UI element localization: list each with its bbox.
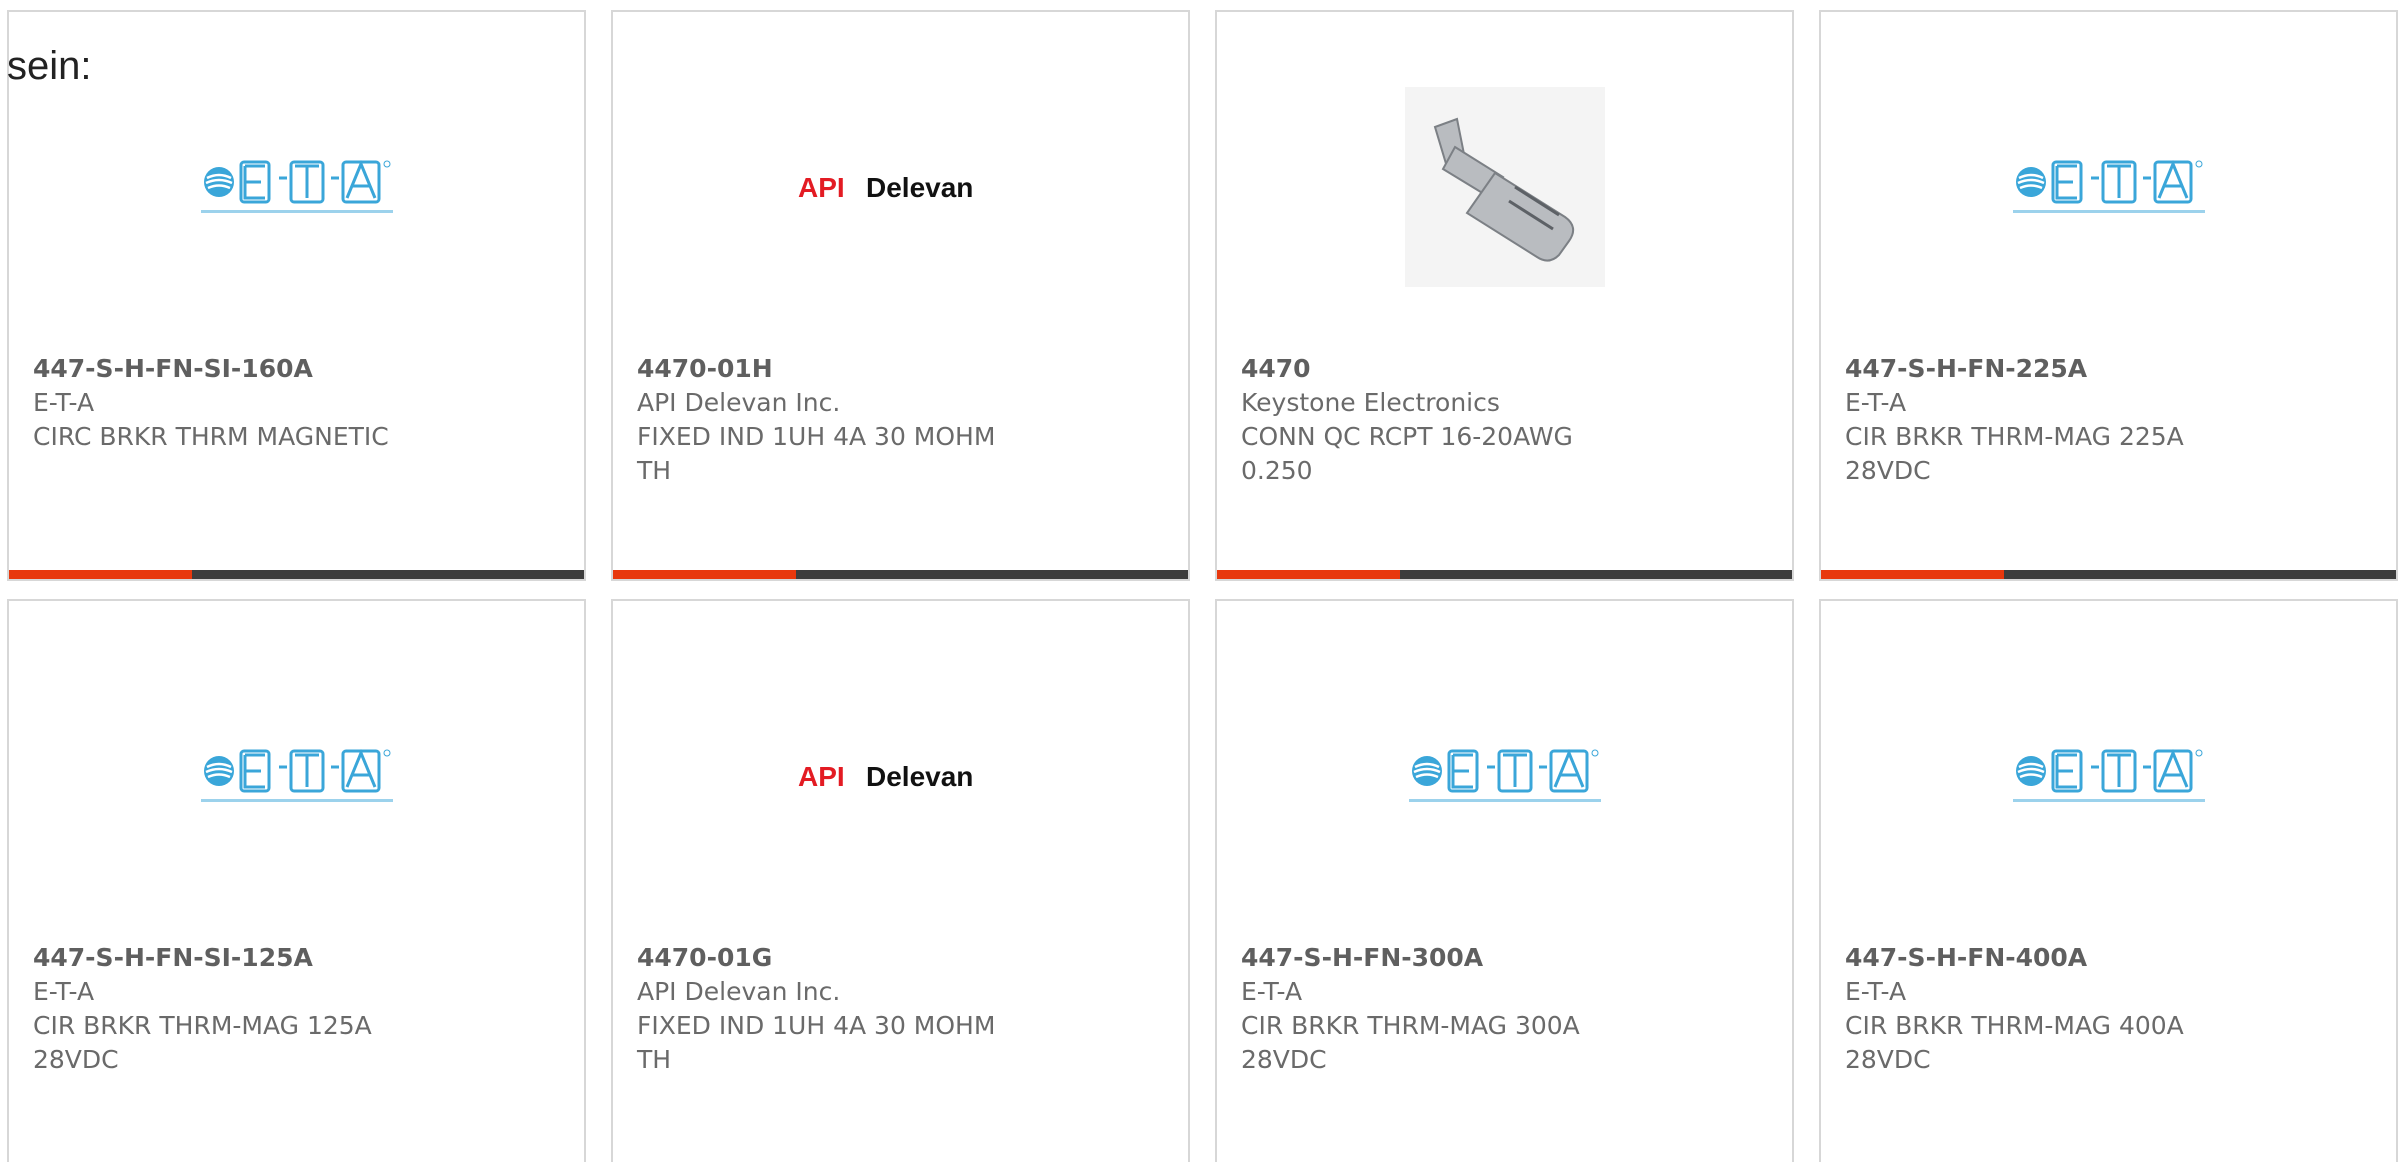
intro-text: sein: (7, 44, 92, 88)
product-image[interactable] (1821, 661, 2396, 891)
product-info: 447-S-H-FN-SI-160A E-T-A CIRC BRKR THRM … (33, 352, 560, 454)
card-accent-fill (1217, 570, 1400, 579)
product-image[interactable] (9, 661, 584, 891)
svg-text:API: API (798, 761, 845, 792)
svg-text:API: API (798, 172, 845, 203)
product-info: 4470 Keystone Electronics CONN QC RCPT 1… (1241, 352, 1768, 488)
product-image[interactable] (1217, 661, 1792, 891)
eta-logo (2012, 160, 2205, 213)
product-card[interactable]: API Delevan 4470-01H API Delevan Inc. FI… (611, 10, 1190, 581)
product-info: 4470-01H API Delevan Inc. FIXED IND 1UH … (637, 352, 1164, 488)
product-grid: 447-S-H-FN-SI-160A E-T-A CIRC BRKR THRM … (7, 10, 2400, 1162)
product-card[interactable]: 447-S-H-FN-SI-125A E-T-A CIR BRKR THRM-M… (7, 599, 586, 1162)
card-accent-bar (613, 570, 1188, 579)
part-number-link[interactable]: 4470-01G (637, 941, 1164, 975)
manufacturer-name: E-T-A (33, 388, 95, 417)
manufacturer-name: Keystone Electronics (1241, 388, 1500, 417)
eta-logo (2012, 749, 2205, 802)
eta-logo (1408, 749, 1601, 802)
product-description: FIXED IND 1UH 4A 30 MOHM TH (637, 422, 996, 485)
product-info: 447-S-H-FN-SI-125A E-T-A CIR BRKR THRM-M… (33, 941, 560, 1077)
product-info: 447-S-H-FN-225A E-T-A CIR BRKR THRM-MAG … (1845, 352, 2372, 488)
product-info: 447-S-H-FN-400A E-T-A CIR BRKR THRM-MAG … (1845, 941, 2372, 1077)
svg-text:Delevan: Delevan (866, 172, 973, 203)
manufacturer-name: API Delevan Inc. (637, 977, 841, 1006)
product-info: 447-S-H-FN-300A E-T-A CIR BRKR THRM-MAG … (1241, 941, 1768, 1077)
product-grid-page: sein: 447-S-H-FN-SI-160A E-T-A CIRC BRKR… (0, 0, 2400, 1162)
card-accent-bar (1821, 570, 2396, 579)
product-card[interactable]: 447-S-H-FN-225A E-T-A CIR BRKR THRM-MAG … (1819, 10, 2398, 581)
card-accent-fill (1821, 570, 2004, 579)
product-card[interactable]: 447-S-H-FN-SI-160A E-T-A CIRC BRKR THRM … (7, 10, 586, 581)
product-image[interactable] (1821, 72, 2396, 302)
manufacturer-name: E-T-A (1241, 977, 1303, 1006)
product-description: FIXED IND 1UH 4A 30 MOHM TH (637, 1011, 996, 1074)
part-number-link[interactable]: 447-S-H-FN-400A (1845, 941, 2372, 975)
part-number-link[interactable]: 447-S-H-FN-SI-125A (33, 941, 560, 975)
manufacturer-name: E-T-A (1845, 388, 1907, 417)
part-number-link[interactable]: 4470 (1241, 352, 1768, 386)
manufacturer-name: API Delevan Inc. (637, 388, 841, 417)
api-delevan-logo: API Delevan (798, 172, 973, 203)
part-number-link[interactable]: 447-S-H-FN-225A (1845, 352, 2372, 386)
product-card[interactable]: API Delevan 4470-01G API Delevan Inc. FI… (611, 599, 1190, 1162)
part-number-link[interactable]: 4470-01H (637, 352, 1164, 386)
product-card[interactable]: 447-S-H-FN-400A E-T-A CIR BRKR THRM-MAG … (1819, 599, 2398, 1162)
part-number-link[interactable]: 447-S-H-FN-SI-160A (33, 352, 560, 386)
product-description: CIR BRKR THRM-MAG 125A 28VDC (33, 1011, 372, 1074)
product-image[interactable]: API Delevan (613, 661, 1188, 891)
product-card[interactable]: 4470 Keystone Electronics CONN QC RCPT 1… (1215, 10, 1794, 581)
connector-photo (1404, 87, 1605, 287)
product-image[interactable] (9, 72, 584, 302)
product-image[interactable] (1217, 72, 1792, 302)
part-number-link[interactable]: 447-S-H-FN-300A (1241, 941, 1768, 975)
manufacturer-name: E-T-A (1845, 977, 1907, 1006)
product-description: CIRC BRKR THRM MAGNETIC (33, 422, 389, 451)
product-description: CIR BRKR THRM-MAG 300A 28VDC (1241, 1011, 1580, 1074)
manufacturer-name: E-T-A (33, 977, 95, 1006)
svg-text:Delevan: Delevan (866, 761, 973, 792)
product-info: 4470-01G API Delevan Inc. FIXED IND 1UH … (637, 941, 1164, 1077)
product-description: CONN QC RCPT 16-20AWG 0.250 (1241, 422, 1573, 485)
card-accent-bar (9, 570, 584, 579)
card-accent-bar (1217, 570, 1792, 579)
card-accent-fill (613, 570, 796, 579)
card-accent-fill (9, 570, 192, 579)
eta-logo (200, 160, 393, 213)
api-delevan-logo: API Delevan (798, 761, 973, 792)
product-card[interactable]: 447-S-H-FN-300A E-T-A CIR BRKR THRM-MAG … (1215, 599, 1794, 1162)
eta-logo (200, 749, 393, 802)
product-image[interactable]: API Delevan (613, 72, 1188, 302)
product-description: CIR BRKR THRM-MAG 225A 28VDC (1845, 422, 2184, 485)
product-description: CIR BRKR THRM-MAG 400A 28VDC (1845, 1011, 2184, 1074)
